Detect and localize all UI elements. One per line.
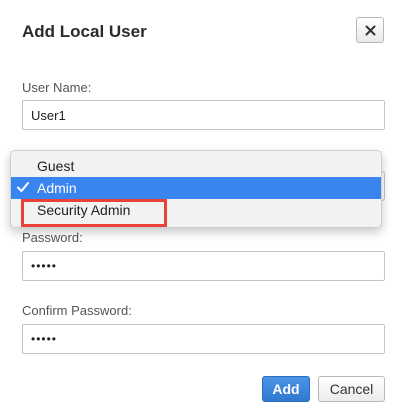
role-option-admin[interactable]: Admin [11,177,381,199]
close-button[interactable] [356,17,384,43]
role-option-guest[interactable]: Guest [11,155,381,177]
confirm-password-label: Confirm Password: [22,303,132,318]
security-admin-highlight [21,199,167,227]
cancel-button[interactable]: Cancel [318,376,385,402]
password-field[interactable]: ••••• [22,251,385,281]
add-local-user-dialog: Add Local User User Name: User1 Password… [0,0,397,408]
username-label: User Name: [22,80,92,95]
confirm-password-field[interactable]: ••••• [22,324,385,354]
add-button[interactable]: Add [262,376,310,402]
dialog-title: Add Local User [22,22,147,41]
close-icon [365,25,375,35]
checkmark-icon [17,182,29,192]
username-field[interactable]: User1 [22,100,385,130]
role-option-admin-label: Admin [37,180,77,196]
password-label: Password: [22,230,83,245]
